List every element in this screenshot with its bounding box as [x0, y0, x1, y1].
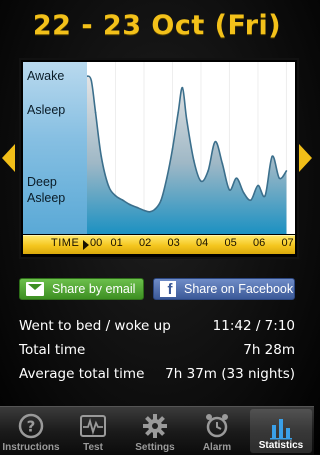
share-on-facebook-button[interactable]: f Share on Facebook [153, 278, 295, 300]
sleep-data-point [228, 189, 231, 191]
sleep-data-point [257, 184, 259, 187]
sleep-data-point [90, 79, 93, 82]
sleep-data-point [114, 194, 117, 197]
svg-text:?: ? [27, 418, 36, 436]
tab-label: Test [83, 442, 103, 453]
gear-icon [143, 414, 167, 438]
share-by-email-button[interactable]: Share by email [19, 278, 144, 300]
share-by-email-label: Share by email [52, 282, 136, 296]
sleep-data-point [136, 206, 138, 209]
stat-row-bedtime: Went to bed / woke up 11:42 / 7:10 [19, 318, 295, 342]
time-arrow-icon [83, 240, 89, 250]
time-tick-label: 01 [110, 237, 123, 249]
tab-statistics[interactable]: Statistics [250, 409, 312, 453]
sleep-data-point [143, 209, 145, 212]
tab-alarm[interactable]: Alarm [186, 407, 248, 455]
sleep-data-point [193, 159, 195, 162]
sleep-data-point [160, 199, 162, 201]
tab-label: Instructions [2, 442, 60, 453]
tab-label: Alarm [202, 442, 232, 453]
tab-bar: ? Instructions Test Settings Alarm Stati… [0, 406, 314, 455]
time-tick-label: 03 [167, 237, 180, 249]
tab-settings[interactable]: Settings [124, 407, 186, 455]
sleep-data-point [121, 199, 124, 201]
sleep-level-axis: Awake Asleep Deep Asleep [23, 62, 88, 234]
time-tick-label: 07 [281, 237, 294, 249]
sleep-chart: Awake Asleep Deep Asleep TIME 00 01 02 03 04… [19, 58, 299, 259]
next-night-arrow-icon[interactable] [299, 144, 312, 172]
alarm-clock-icon [206, 414, 228, 438]
sleep-data-point [128, 203, 131, 206]
sleep-data-point [148, 210, 151, 213]
sleep-data-point [250, 199, 252, 201]
sleep-data-point [185, 119, 188, 121]
sleep-stats: Went to bed / woke up 11:42 / 7:10 Total… [19, 318, 295, 390]
tab-label: Statistics [258, 440, 304, 451]
facebook-icon: f [160, 281, 176, 298]
share-on-facebook-label: Share on Facebook [184, 282, 294, 296]
time-axis: TIME 00 01 02 03 04 05 06 07 [23, 235, 295, 254]
sleep-data-point [207, 170, 209, 172]
sleep-plot [87, 62, 295, 234]
level-label-deep-asleep: Deep Asleep [27, 175, 66, 205]
sleep-data-point [242, 192, 245, 194]
sleep-data-point [181, 86, 184, 89]
stat-label: Went to bed / woke up [19, 318, 171, 334]
sleep-data-point [235, 177, 238, 179]
tab-test[interactable]: Test [62, 407, 124, 455]
sleep-data-point [107, 184, 110, 187]
sleep-data-point [271, 155, 274, 158]
sleep-data-point [221, 162, 224, 165]
pulse-icon [80, 415, 106, 437]
tab-instructions[interactable]: ? Instructions [0, 407, 62, 455]
tab-label: Settings [135, 442, 175, 453]
stat-label: Average total time [19, 366, 145, 382]
stat-label: Total time [19, 342, 86, 358]
previous-night-arrow-icon[interactable] [2, 144, 15, 172]
level-label-awake: Awake [27, 69, 65, 83]
sleep-data-point [214, 140, 217, 143]
time-tick-label: 06 [252, 237, 266, 249]
sleep-data-point [100, 155, 103, 158]
stat-value: 7h 37m (33 nights) [165, 366, 295, 382]
stat-row-total-time: Total time 7h 28m [19, 342, 295, 366]
sleep-data-point [177, 111, 179, 114]
time-axis-label: TIME [51, 237, 80, 249]
level-label-asleep: Asleep [27, 103, 66, 117]
sleep-data-point [171, 148, 174, 150]
stat-row-average-total-time: Average total time 7h 37m (33 nights) [19, 366, 295, 390]
date-title: 22 - 23 Oct (Fri) [32, 10, 282, 41]
stat-value: 11:42 / 7:10 [212, 318, 295, 334]
bar-chart-icon [270, 419, 292, 440]
time-tick-label: 05 [224, 237, 237, 249]
time-tick-label: 00 [90, 237, 103, 249]
sleep-data-point [264, 194, 266, 197]
envelope-icon [26, 282, 44, 296]
sleep-data-point [154, 208, 157, 210]
time-tick-label: 02 [138, 237, 152, 249]
sleep-data-point [94, 111, 97, 114]
sleep-data-point [278, 177, 281, 179]
sleep-data-point [165, 177, 168, 179]
stat-value: 7h 28m [243, 342, 295, 358]
question-icon: ? [18, 413, 44, 439]
time-tick-label: 04 [195, 237, 209, 249]
sleep-data-point [285, 170, 288, 172]
sleep-data-point [200, 180, 202, 182]
